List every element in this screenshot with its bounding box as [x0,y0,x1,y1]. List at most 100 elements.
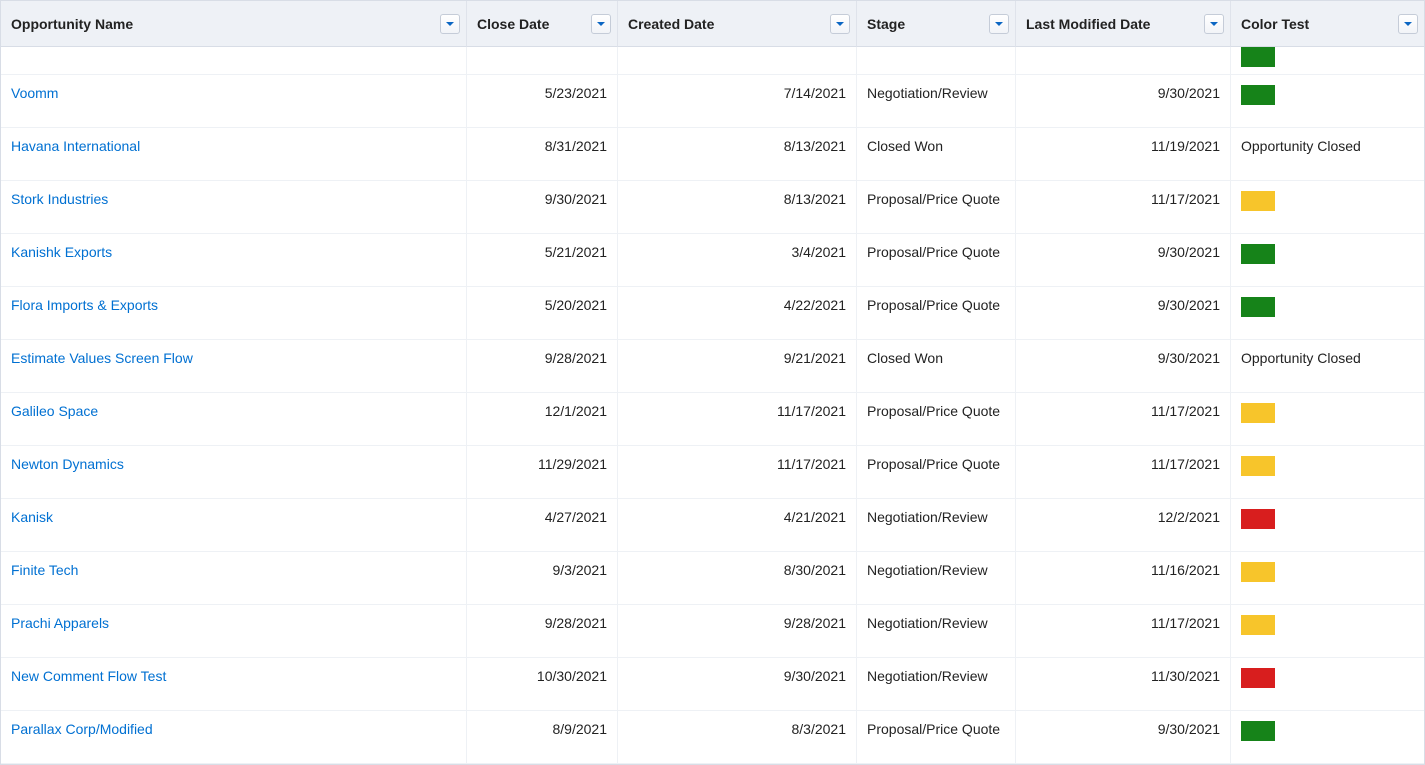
opportunity-link[interactable]: Finite Tech [11,562,78,578]
filter-button-stage[interactable] [989,14,1009,34]
table-header-row: Opportunity Name Close Date Created Date… [1,1,1424,47]
cell-color-test [1231,552,1424,605]
cell-last-modified-date: 11/19/2021 [1016,128,1231,181]
header-created-date[interactable]: Created Date [618,1,857,47]
cell-opportunity-name: New Comment Flow Test [1,658,467,711]
cell-opportunity-name: Finite Tech [1,552,467,605]
opportunity-link[interactable]: Havana International [11,138,140,154]
cell-created-date: 4/21/2021 [618,499,857,552]
filter-button-close-date[interactable] [591,14,611,34]
cell-color-test [1231,181,1424,234]
header-opportunity-name[interactable]: Opportunity Name [1,1,467,47]
opportunity-link[interactable]: Stork Industries [11,191,108,207]
table-row: Kanishk Exports5/21/20213/4/2021Proposal… [1,234,1424,287]
opportunity-link[interactable]: Newton Dynamics [11,456,124,472]
header-color-test[interactable]: Color Test [1231,1,1424,47]
cell-close-date: 4/27/2021 [467,499,618,552]
header-close-date[interactable]: Close Date [467,1,618,47]
opportunity-link[interactable]: Prachi Apparels [11,615,109,631]
color-swatch-green [1241,721,1275,741]
color-swatch-green [1241,297,1275,317]
cell-stage: Proposal/Price Quote [857,446,1016,499]
cell-opportunity-name: Estimate Values Screen Flow [1,340,467,393]
table-row: Parallax Corp/Modified8/9/20218/3/2021Pr… [1,711,1424,764]
filter-dropdown-icon [835,19,845,29]
cell-color-test [1231,605,1424,658]
cell-color-test [1231,658,1424,711]
filter-dropdown-icon [994,19,1004,29]
cell-stage: Proposal/Price Quote [857,711,1016,764]
cell-color-test [1231,711,1424,764]
cell-stage: Proposal/Price Quote [857,287,1016,340]
cell-opportunity-name: Voomm [1,75,467,128]
cell-stage: Negotiation/Review [857,75,1016,128]
cell-close-date: 8/9/2021 [467,711,618,764]
color-swatch-yellow [1241,191,1275,211]
cell-last-modified-date: 11/17/2021 [1016,181,1231,234]
cell-stage: Negotiation/Review [857,499,1016,552]
cell-created-date: 7/14/2021 [618,75,857,128]
filter-button-opportunity-name[interactable] [440,14,460,34]
table-row: Flora Imports & Exports 5/20/20214/22/202… [1,287,1424,340]
cell-stage: Proposal/Price Quote [857,181,1016,234]
cell-color-test [1231,47,1424,75]
cell-opportunity-name: Galileo Space [1,393,467,446]
cell-last-modified-date: 9/30/2021 [1016,75,1231,128]
cell-close-date: 9/28/2021 [467,605,618,658]
cell-opportunity-name: Parallax Corp/Modified [1,711,467,764]
cell-created-date: 4/22/2021 [618,287,857,340]
cell-opportunity-name: Prachi Apparels [1,605,467,658]
filter-button-last-modified-date[interactable] [1204,14,1224,34]
cell-created-date: 3/4/2021 [618,234,857,287]
cell-created-date [618,47,857,75]
header-last-modified-date[interactable]: Last Modified Date [1016,1,1231,47]
header-stage[interactable]: Stage [857,1,1016,47]
cell-opportunity-name [1,47,467,75]
cell-stage: Closed Won [857,128,1016,181]
opportunity-link[interactable]: Flora Imports & Exports [11,297,158,313]
cell-color-test [1231,75,1424,128]
cell-stage: Negotiation/Review [857,552,1016,605]
cell-close-date: 8/31/2021 [467,128,618,181]
filter-button-color-test[interactable] [1398,14,1418,34]
cell-color-test: Opportunity Closed [1231,340,1424,393]
cell-close-date: 5/21/2021 [467,234,618,287]
cell-color-test [1231,287,1424,340]
filter-dropdown-icon [1403,19,1413,29]
table-row: Newton Dynamics11/29/202111/17/2021Propo… [1,446,1424,499]
cell-color-test [1231,446,1424,499]
cell-created-date: 11/17/2021 [618,446,857,499]
cell-stage: Proposal/Price Quote [857,393,1016,446]
opportunity-link[interactable]: Parallax Corp/Modified [11,721,153,737]
cell-last-modified-date: 9/30/2021 [1016,711,1231,764]
cell-created-date: 9/21/2021 [618,340,857,393]
filter-dropdown-icon [596,19,606,29]
table-row: Estimate Values Screen Flow9/28/20219/21… [1,340,1424,393]
opportunity-link[interactable]: Kanishk Exports [11,244,112,260]
cell-last-modified-date: 9/30/2021 [1016,234,1231,287]
table-row: Finite Tech9/3/20218/30/2021Negotiation/… [1,552,1424,605]
cell-opportunity-name: Kanisk [1,499,467,552]
header-label: Created Date [628,16,714,32]
cell-created-date: 8/13/2021 [618,128,857,181]
header-label: Color Test [1241,16,1309,32]
opportunity-link[interactable]: Galileo Space [11,403,98,419]
cell-close-date: 5/20/2021 [467,287,618,340]
color-test-text: Opportunity Closed [1241,138,1361,154]
opportunity-link[interactable]: New Comment Flow Test [11,668,166,684]
cell-close-date: 10/30/2021 [467,658,618,711]
cell-last-modified-date: 11/17/2021 [1016,446,1231,499]
cell-last-modified-date: 11/17/2021 [1016,393,1231,446]
color-swatch-green [1241,85,1275,105]
filter-button-created-date[interactable] [830,14,850,34]
opportunity-link[interactable]: Voomm [11,85,58,101]
header-label: Close Date [477,16,549,32]
opportunity-link[interactable]: Estimate Values Screen Flow [11,350,193,366]
cell-last-modified-date: 9/30/2021 [1016,340,1231,393]
cell-created-date: 11/17/2021 [618,393,857,446]
opportunity-link[interactable]: Kanisk [11,509,53,525]
table-row: Havana International 8/31/20218/13/2021Cl… [1,128,1424,181]
cell-color-test [1231,393,1424,446]
cell-created-date: 9/30/2021 [618,658,857,711]
cell-stage: Closed Won [857,340,1016,393]
